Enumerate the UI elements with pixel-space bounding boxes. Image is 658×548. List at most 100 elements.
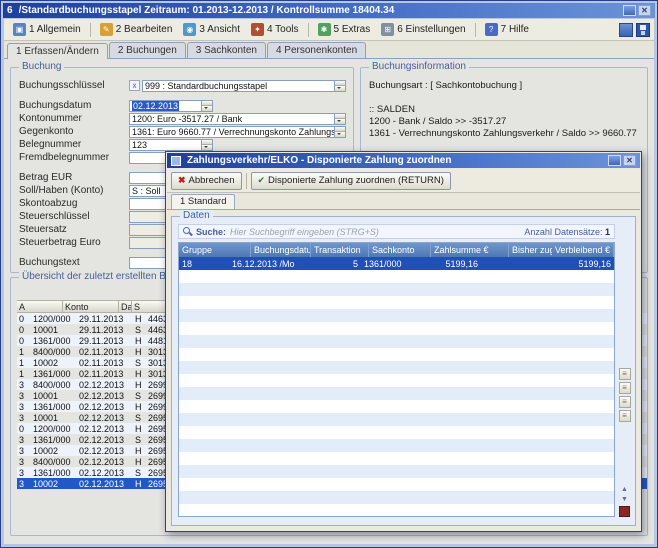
belegnummer-input[interactable]: 123: [129, 139, 213, 151]
column-header[interactable]: Zahlsumme €: [431, 243, 509, 257]
menu-bearbeiten[interactable]: ✎ 2 Bearbeiten: [95, 21, 178, 38]
record-count-value: 1: [605, 227, 610, 237]
window-restore-button[interactable]: [623, 5, 636, 16]
column-header[interactable]: Buchungsdatum: [251, 243, 311, 257]
ansicht-icon: ◉: [183, 23, 196, 36]
assign-payment-button[interactable]: ✔ Disponierte Zahlung zuordnen (RETURN): [251, 172, 451, 190]
list-view-icon[interactable]: ≡: [619, 410, 631, 422]
cancel-button[interactable]: ✖ Abbrechen: [171, 172, 242, 190]
column-header[interactable]: A: [17, 300, 63, 313]
tools-icon: ✦: [251, 23, 264, 36]
toolbar-separator: [246, 173, 247, 189]
menu-hilfe[interactable]: ? 7 Hilfe: [480, 21, 534, 38]
menu-tools[interactable]: ✦ 4 Tools: [246, 21, 304, 38]
cancel-icon: ✖: [178, 175, 186, 186]
list-view-icon[interactable]: ≡: [619, 396, 631, 408]
kontonummer-input[interactable]: 1200: Euro -3517.27 / Bank: [129, 113, 346, 125]
steuerschluessel-label: Steuerschlüssel: [19, 211, 129, 222]
buchung-legend: Buchung: [19, 61, 64, 72]
search-input[interactable]: Hier Suchbegriff eingeben (STRG+S): [230, 227, 520, 237]
titlebar: 6 /Standardbuchungsstapel Zeitraum: 01.2…: [3, 3, 655, 18]
list-view-icon[interactable]: ≡: [619, 368, 631, 380]
spinner-icon[interactable]: [334, 114, 345, 124]
menu-extras[interactable]: ✱ 5 Extras: [313, 21, 376, 38]
menu-allgemein[interactable]: ▣ 1 Allgemein: [8, 21, 86, 38]
window-icon[interactable]: [619, 23, 633, 37]
search-label: Suche:: [196, 227, 226, 237]
column-header[interactable]: Konto: [63, 300, 119, 313]
window-title: /Standardbuchungsstapel Zeitraum: 01.201…: [19, 5, 617, 16]
spinner-icon[interactable]: [334, 127, 345, 137]
fremdbelegnummer-label: Fremdbelegnummer: [19, 152, 129, 163]
assign-icon: ✔: [258, 175, 266, 186]
info-line: [369, 92, 639, 104]
dialog-close-button[interactable]: ✕: [623, 155, 636, 166]
window-close-button[interactable]: ✕: [638, 5, 651, 16]
steuersatz-label: Steuersatz: [19, 224, 129, 235]
tab-erfassen-aendern[interactable]: 1 Erfassen/Ändern: [7, 43, 108, 59]
main-tabstrip: 1 Erfassen/Ändern 2 Buchungen 3 Sachkont…: [4, 41, 654, 59]
column-header[interactable]: Bisher zugeordnet: [509, 243, 552, 257]
menu-separator: [475, 23, 476, 37]
bearbeiten-icon: ✎: [100, 23, 113, 36]
dialog-restore-button[interactable]: [608, 155, 621, 166]
allgemein-icon: ▣: [13, 23, 26, 36]
dialog-icon: [171, 156, 181, 166]
record-count: Anzahl Datensätze: 1: [524, 227, 610, 237]
main-window: 6 /Standardbuchungsstapel Zeitraum: 01.2…: [0, 0, 658, 548]
skontoabzug-label: Skontoabzug: [19, 198, 129, 209]
assign-payment-dialog: Zahlungsverkehr/ELKO - Disponierte Zahlu…: [165, 151, 642, 532]
info-line: 1361 - Verrechnungskonto Zahlungsverkehr…: [369, 128, 639, 140]
menubar: ▣ 1 Allgemein ✎ 2 Bearbeiten ◉ 3 Ansicht…: [4, 19, 654, 41]
daten-group: Daten Suche: Hier Suchbegriff eingeben (…: [171, 216, 636, 526]
info-line: 1200 - Bank / Saldo >> -3517.27: [369, 116, 639, 128]
betrag-label: Betrag EUR: [19, 172, 129, 183]
tab-standard[interactable]: 1 Standard: [171, 194, 235, 209]
gegenkonto-input[interactable]: 1361: Euro 9660.77 / Verrechnungskonto Z…: [129, 126, 346, 138]
info-line: :: SALDEN: [369, 104, 639, 116]
save-icon[interactable]: [636, 23, 650, 37]
clear-icon[interactable]: x: [129, 80, 140, 91]
window-number: 6: [7, 5, 13, 16]
buchungsschluessel-input[interactable]: 999 : Standardbuchungsstapel: [142, 80, 346, 92]
belegnummer-label: Belegnummer: [19, 139, 129, 150]
list-view-icon[interactable]: ≡: [619, 382, 631, 394]
buchungstext-label: Buchungstext: [19, 257, 129, 268]
column-header[interactable]: Sachkonto: [369, 243, 431, 257]
menu-separator: [90, 23, 91, 37]
steuerbetrag-label: Steuerbetrag Euro: [19, 237, 129, 248]
scroll-down-icon[interactable]: ▼: [621, 496, 628, 504]
scroll-up-icon[interactable]: ▲: [621, 486, 628, 494]
grid-empty-rows: [179, 270, 614, 516]
tab-sachkonten[interactable]: 3 Sachkonten: [187, 42, 266, 58]
tab-personenkonten[interactable]: 4 Personenkonten: [267, 42, 366, 58]
spinner-icon[interactable]: [201, 101, 212, 111]
buchungsdatum-label: Buchungsdatum: [19, 100, 129, 111]
menu-ansicht[interactable]: ◉ 3 Ansicht: [178, 21, 245, 38]
search-icon: [183, 227, 192, 237]
grid-header: GruppeBuchungsdatumTransaktionSachkontoZ…: [179, 243, 614, 257]
payments-grid: GruppeBuchungsdatumTransaktionSachkontoZ…: [178, 242, 615, 517]
dialog-toolbar: ✖ Abbrechen ✔ Disponierte Zahlung zuordn…: [167, 169, 640, 193]
einstellungen-icon: ⊞: [381, 23, 394, 36]
column-header[interactable]: Datum: [119, 300, 132, 313]
payment-row[interactable]: 18 16.12.2013 /Mo 5 1361/000 5199,16 519…: [179, 257, 614, 270]
column-header[interactable]: Gruppe: [179, 243, 251, 257]
sollhaben-label: Soll/Haben (Konto): [19, 185, 129, 196]
dialog-titlebar: Zahlungsverkehr/ELKO - Disponierte Zahlu…: [167, 153, 640, 168]
column-header[interactable]: Verbleibend €: [552, 243, 614, 257]
column-header[interactable]: Transaktion: [311, 243, 369, 257]
kontonummer-label: Kontonummer: [19, 113, 129, 124]
grid-side-toolbar: ≡ ≡ ≡ ≡ ▲ ▼: [617, 242, 632, 517]
buchungsdatum-input[interactable]: 02.12.2013: [129, 100, 213, 112]
tab-buchungen[interactable]: 2 Buchungen: [109, 42, 186, 58]
stop-icon[interactable]: [619, 506, 630, 517]
gegenkonto-label: Gegenkonto: [19, 126, 129, 137]
menu-einstellungen[interactable]: ⊞ 6 Einstellungen: [376, 21, 470, 38]
dialog-tabstrip: 1 Standard: [167, 193, 640, 210]
spinner-icon[interactable]: [334, 81, 345, 91]
buchungsinformation-text: Buchungsart : [ Sachkontobuchung ]:: SAL…: [361, 68, 647, 164]
grid-rows: 18 16.12.2013 /Mo 5 1361/000 5199,16 519…: [179, 257, 614, 270]
spinner-icon[interactable]: [201, 140, 212, 150]
dialog-title: Zahlungsverkehr/ELKO - Disponierte Zahlu…: [187, 155, 602, 166]
